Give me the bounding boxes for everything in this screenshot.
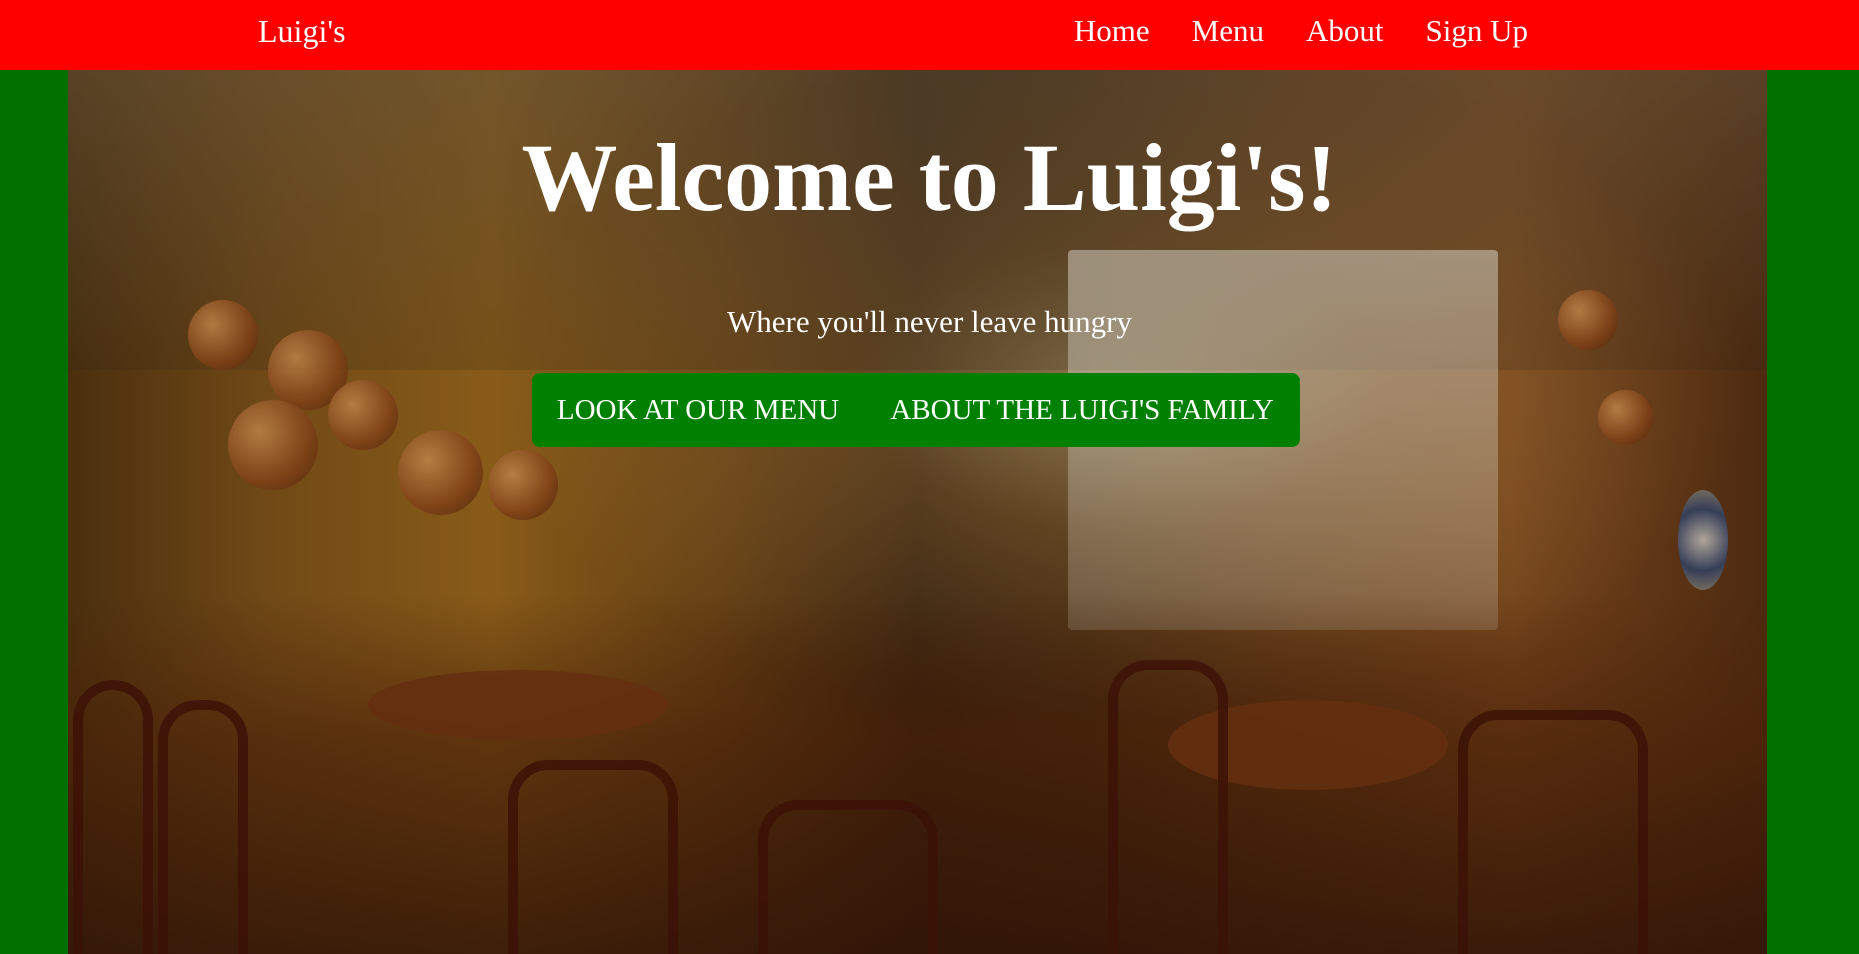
look-at-menu-button[interactable]: LOOK AT OUR MENU bbox=[532, 373, 864, 447]
nav-link-home[interactable]: Home bbox=[1074, 11, 1150, 51]
hero-title: Welcome to Luigi's! bbox=[521, 124, 1338, 231]
hero-button-group: LOOK AT OUR MENU ABOUT THE LUIGI'S FAMIL… bbox=[532, 373, 1300, 447]
brand-logo-link[interactable]: Luigi's bbox=[258, 11, 346, 51]
about-family-button[interactable]: ABOUT THE LUIGI'S FAMILY bbox=[864, 373, 1300, 447]
hero-subtitle: Where you'll never leave hungry bbox=[727, 304, 1132, 339]
nav-link-sign-up[interactable]: Sign Up bbox=[1426, 11, 1529, 51]
nav-links: Home Menu About Sign Up bbox=[1074, 11, 1528, 51]
nav-link-menu[interactable]: Menu bbox=[1192, 11, 1264, 51]
top-navbar: Luigi's Home Menu About Sign Up bbox=[0, 0, 1859, 70]
nav-link-about[interactable]: About bbox=[1306, 11, 1384, 51]
